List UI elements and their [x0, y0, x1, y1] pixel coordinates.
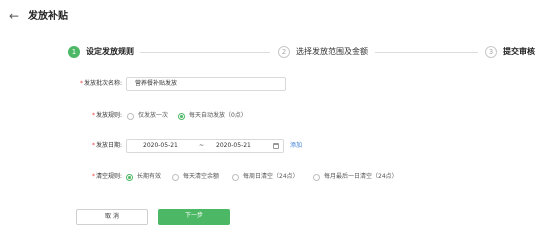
clear-rule-label: *清空规则: [60, 172, 122, 182]
issue-date-range-picker[interactable]: 2020-05-21 ~ 2020-05-21 [126, 139, 284, 153]
calendar-icon[interactable] [273, 143, 279, 149]
cancel-button[interactable]: 取 消 [76, 209, 148, 225]
add-date-link[interactable]: 添加 [290, 141, 302, 151]
issue-daily-radio[interactable]: 每天自动发放（0点） [178, 111, 247, 121]
clear-monthly-label: 每月最后一日清空（24点） [324, 173, 398, 180]
issue-date-label-text: 发放日期: [95, 142, 122, 149]
issue-daily-label: 每天自动发放（0点） [189, 112, 247, 119]
issue-rule-label: *发放规则: [60, 111, 122, 121]
clear-daily-label: 每天清空余额 [183, 173, 220, 180]
step-3-number: 3 [485, 46, 497, 58]
step-divider [140, 52, 270, 53]
required-mark: * [79, 80, 83, 87]
batch-name-label-text: 发放批次名称: [83, 80, 122, 87]
issue-date-label: *发放日期: [60, 141, 122, 151]
radio-circle-icon [232, 173, 239, 181]
issue-once-radio[interactable]: 仅发放一次 [127, 111, 168, 121]
clear-long-term-radio[interactable]: 长期有效 [126, 172, 161, 182]
radio-checked-icon [126, 173, 133, 181]
required-mark: * [91, 142, 95, 149]
clear-daily-radio[interactable]: 每天清空余额 [172, 172, 219, 182]
end-date[interactable]: 2020-05-21 [216, 141, 251, 151]
radio-circle-icon [313, 173, 320, 181]
clear-long-term-label: 长期有效 [137, 173, 162, 180]
step-divider [375, 52, 478, 53]
step-3-label: 提交审核 [503, 47, 535, 56]
required-mark: * [91, 112, 95, 119]
clear-weekly-radio[interactable]: 每周日清空（24点） [232, 172, 299, 182]
radio-circle-icon [127, 112, 134, 120]
issue-once-label: 仅发放一次 [138, 112, 169, 119]
clear-weekly-label: 每周日清空（24点） [243, 173, 299, 180]
issue-rule-label-text: 发放规则: [95, 112, 122, 119]
required-mark: * [91, 173, 95, 180]
step-2-number: 2 [278, 46, 290, 58]
start-date[interactable]: 2020-05-21 [143, 141, 178, 151]
radio-checked-icon [178, 112, 185, 120]
date-separator: ~ [199, 142, 205, 149]
next-step-button[interactable]: 下一步 [158, 209, 230, 225]
clear-rule-label-text: 清空规则: [95, 173, 122, 180]
batch-name-label: *发放批次名称: [60, 79, 122, 89]
page-title: 发放补贴 [28, 11, 68, 22]
back-arrow-icon[interactable]: ← [9, 9, 19, 23]
clear-monthly-radio[interactable]: 每月最后一日清空（24点） [313, 172, 398, 182]
radio-circle-icon [172, 173, 179, 181]
step-2-label: 选择发放范围及金额 [296, 47, 368, 56]
batch-name-input[interactable]: 营养餐补贴发放 [126, 77, 286, 91]
step-1-number: 1 [68, 46, 80, 58]
step-1-label: 设定发放规则 [86, 47, 134, 56]
